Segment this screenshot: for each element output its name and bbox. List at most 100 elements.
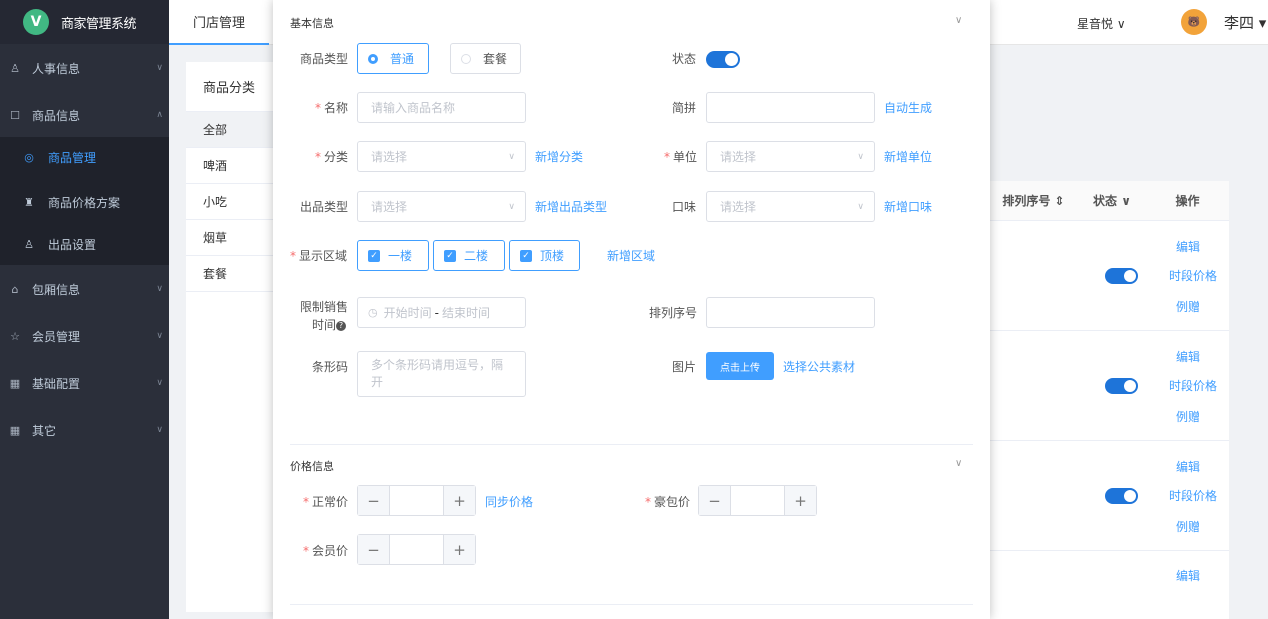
label-text: 分类 [324, 150, 349, 164]
radio-label: 套餐 [483, 52, 508, 66]
sidebar-item-label: 包厢信息 [32, 282, 81, 297]
time-range-input[interactable]: ◷ 开始时间 - 结束时间 [357, 297, 526, 328]
taste-select[interactable]: 请选择 ∨ [706, 191, 875, 222]
box-icon: ☐ [10, 108, 20, 122]
avatar[interactable]: 🐻 [1181, 9, 1207, 35]
area-checkbox-top[interactable]: ✓ 顶楼 [509, 240, 580, 271]
add-unit-link[interactable]: 新增单位 [884, 148, 932, 165]
table-row: 编辑 时段价格 例赠 [989, 331, 1229, 441]
add-category-link[interactable]: 新增分类 [535, 148, 583, 165]
bag-icon: ♜ [24, 195, 34, 209]
range-separator: - [434, 305, 439, 320]
column-header-status[interactable]: 状态 ∨ [1078, 181, 1146, 221]
status-toggle[interactable] [1105, 268, 1138, 284]
barcode-textarea[interactable]: 多个条形码请用逗号，隔开 [357, 351, 526, 397]
sort-input[interactable] [706, 297, 875, 328]
chevron-down-icon: ∨ [156, 63, 163, 73]
stepper-value[interactable] [389, 486, 444, 515]
add-area-link[interactable]: 新增区域 [607, 247, 655, 264]
tab-store-manage[interactable]: 门店管理 [169, 0, 269, 45]
minus-icon[interactable]: − [699, 486, 730, 515]
goods-edit-dialog: 基本信息 ∨ 商品类型 普通 套餐 状态 * 名称 请输入商品名称 简拼 自动生成… [273, 0, 990, 619]
time-price-link[interactable]: 时段价格 [1169, 377, 1217, 394]
type-radio-normal[interactable]: 普通 [357, 43, 429, 74]
time-price-link[interactable]: 时段价格 [1169, 267, 1217, 284]
pinyin-input[interactable] [706, 92, 875, 123]
chevron-down-icon[interactable]: ∨ [955, 458, 962, 469]
upload-button[interactable]: 点击上传 [706, 352, 774, 380]
column-header-sort[interactable]: 排列序号 ⇕ [989, 181, 1078, 221]
area-checkbox-1f[interactable]: ✓ 一楼 [357, 240, 429, 271]
edit-link[interactable]: 编辑 [1176, 458, 1200, 475]
output-type-label: 出品类型 [300, 200, 349, 214]
name-input[interactable]: 请输入商品名称 [357, 92, 526, 123]
gift-link[interactable]: 例赠 [1176, 518, 1200, 535]
category-item-combo[interactable]: 套餐 [186, 256, 281, 292]
member-price-stepper[interactable]: − + [357, 534, 476, 565]
radio-label: 普通 [390, 52, 415, 66]
chevron-down-icon: ∨ [508, 201, 515, 212]
sidebar-item-goods[interactable]: ☐ 商品信息 ∧ [0, 105, 169, 125]
image-label: 图片 [672, 360, 697, 374]
help-icon[interactable]: ? [336, 320, 347, 331]
gift-link[interactable]: 例赠 [1176, 298, 1200, 315]
label-text: 时间 [312, 318, 337, 332]
normal-price-stepper[interactable]: − + [357, 485, 476, 516]
sidebar-item-goods-manage[interactable]: ◎ 商品管理 [0, 149, 169, 166]
store-selector[interactable]: 星音悦 ∨ [1077, 15, 1126, 32]
category-item-tobacco[interactable]: 烟草 [186, 220, 281, 256]
label-text: 正常价 [312, 495, 349, 509]
chevron-down-icon[interactable]: ∨ [955, 15, 962, 26]
add-output-type-link[interactable]: 新增出品类型 [535, 198, 607, 215]
room-price-stepper[interactable]: − + [698, 485, 817, 516]
public-material-link[interactable]: 选择公共素材 [783, 358, 855, 375]
type-radio-combo[interactable]: 套餐 [450, 43, 521, 74]
chevron-down-icon: ∨ [156, 331, 163, 341]
add-taste-link[interactable]: 新增口味 [884, 198, 932, 215]
edit-link[interactable]: 编辑 [1176, 348, 1200, 365]
edit-link[interactable]: 编辑 [1176, 567, 1200, 584]
area-checkbox-2f[interactable]: ✓ 二楼 [433, 240, 505, 271]
sidebar-item-output-settings[interactable]: ♙ 出品设置 [0, 234, 169, 254]
normal-price-label: * 正常价 [303, 495, 349, 509]
start-time-placeholder: 开始时间 [383, 306, 432, 320]
sidebar-item-members[interactable]: ☆ 会员管理 ∨ [0, 326, 169, 346]
sidebar-item-other[interactable]: ▦ 其它 ∨ [0, 420, 169, 440]
table-row: 编辑 时段价格 例赠 [989, 441, 1229, 551]
plus-icon[interactable]: + [444, 486, 475, 515]
minus-icon[interactable]: − [358, 535, 389, 564]
status-label: 状态 [672, 52, 697, 66]
status-toggle[interactable] [1105, 378, 1138, 394]
chevron-down-icon: ∨ [156, 425, 163, 435]
output-type-select[interactable]: 请选择 ∨ [357, 191, 526, 222]
user-menu[interactable]: 李四 ▾ [1224, 12, 1266, 33]
edit-link[interactable]: 编辑 [1176, 238, 1200, 255]
sync-price-link[interactable]: 同步价格 [485, 493, 533, 510]
plus-icon[interactable]: + [785, 486, 816, 515]
time-price-link[interactable]: 时段价格 [1169, 487, 1217, 504]
unit-select[interactable]: 请选择 ∨ [706, 141, 875, 172]
sidebar-item-label: 出品设置 [48, 237, 97, 252]
plus-icon[interactable]: + [444, 535, 475, 564]
status-toggle[interactable] [1105, 488, 1138, 504]
label-text: 名称 [324, 101, 349, 115]
person-icon: ♙ [24, 237, 34, 251]
gift-link[interactable]: 例赠 [1176, 408, 1200, 425]
user-icon: ♙ [10, 61, 20, 75]
pinyin-label: 简拼 [672, 101, 697, 115]
category-label: * 分类 [315, 150, 349, 164]
status-toggle[interactable] [706, 51, 740, 68]
stepper-value[interactable] [730, 486, 785, 515]
stepper-value[interactable] [389, 535, 444, 564]
sidebar-item-base-config[interactable]: ▦ 基础配置 ∨ [0, 373, 169, 393]
category-select[interactable]: 请选择 ∨ [357, 141, 526, 172]
auto-generate-link[interactable]: 自动生成 [884, 99, 932, 116]
sidebar-item-personnel[interactable]: ♙ 人事信息 ∨ [0, 58, 169, 78]
sidebar-item-rooms[interactable]: ⌂ 包厢信息 ∨ [0, 279, 169, 299]
category-item-all[interactable]: 全部 [186, 112, 281, 148]
minus-icon[interactable]: − [358, 486, 389, 515]
sidebar-item-price-plan[interactable]: ♜ 商品价格方案 [0, 192, 169, 212]
category-item-snack[interactable]: 小吃 [186, 184, 281, 220]
category-item-beer[interactable]: 啤酒 [186, 148, 281, 184]
check-icon: ✓ [444, 249, 456, 262]
